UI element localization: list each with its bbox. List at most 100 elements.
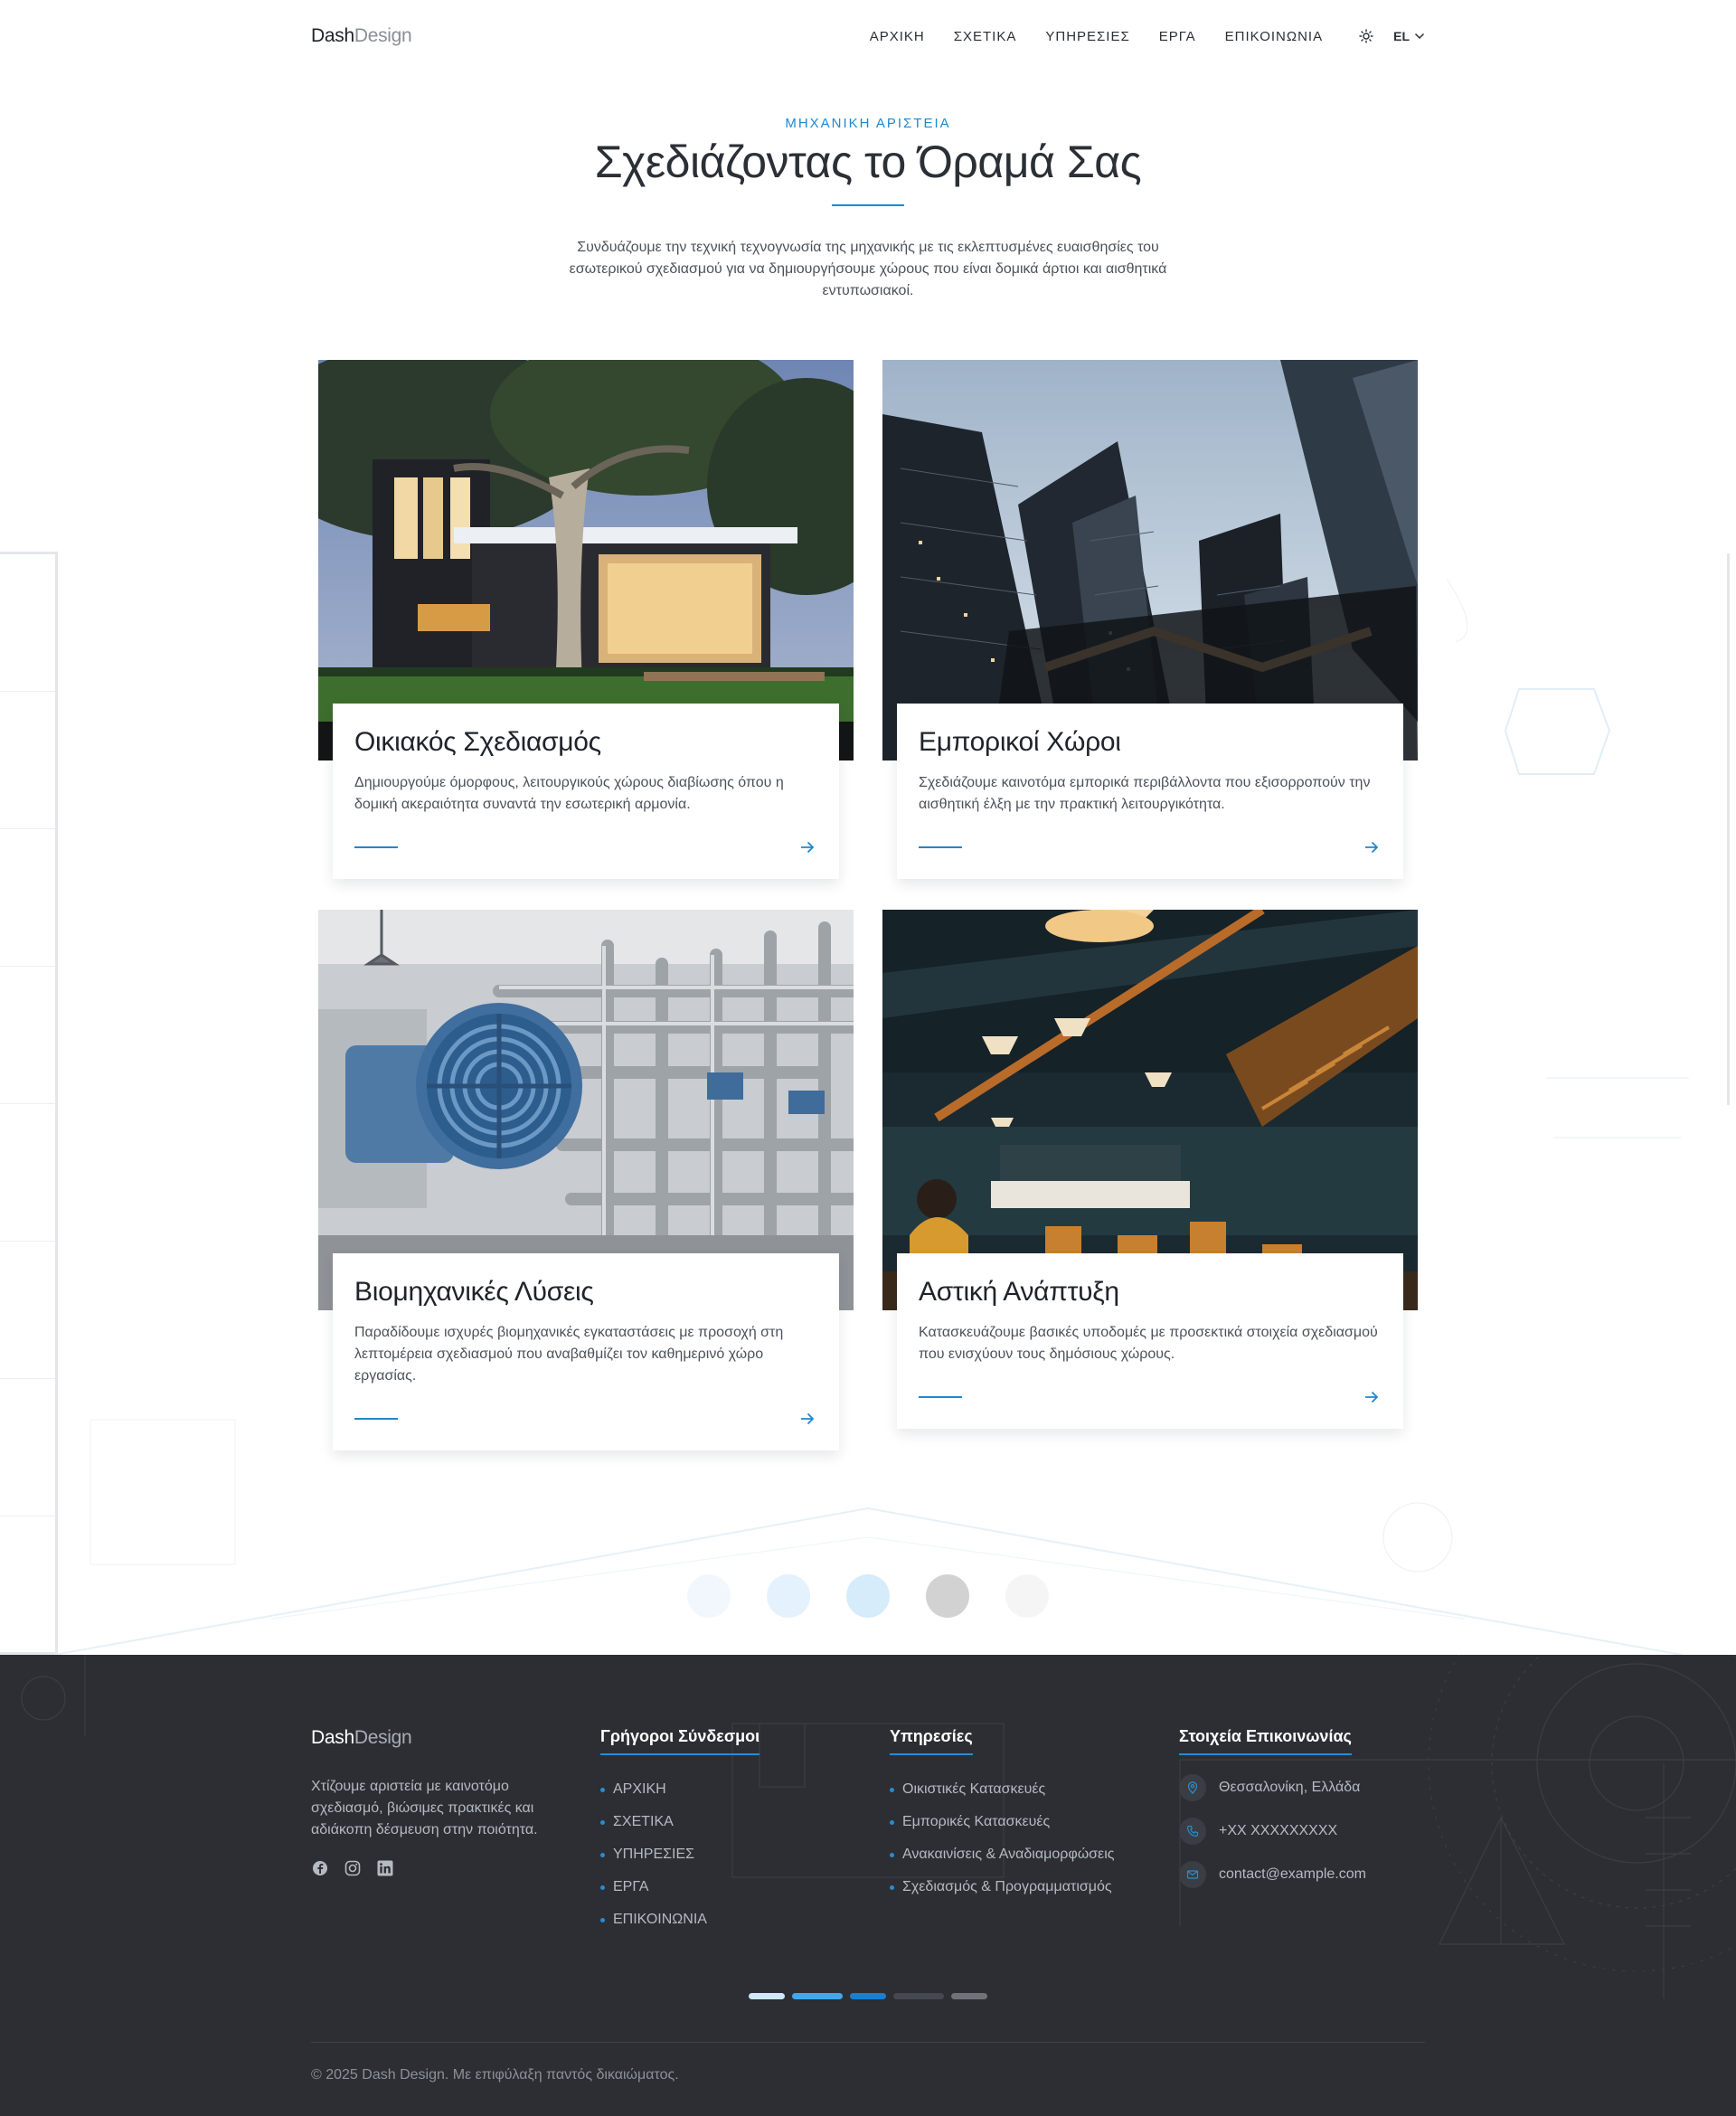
service-card-text: Δημιουργούμε όμορφους, λειτουργικούς χώρ… bbox=[354, 775, 784, 812]
footer-link-about[interactable]: ΣΧΕΤΙΚΑ bbox=[600, 1806, 760, 1838]
learn-more-link[interactable] bbox=[1362, 1387, 1382, 1407]
language-selector[interactable]: EL bbox=[1393, 29, 1425, 43]
decorative-left-frame bbox=[0, 552, 58, 1655]
footer-link-label: ΣΧΕΤΙΚΑ bbox=[613, 1814, 674, 1829]
accent-line bbox=[354, 1418, 398, 1420]
accent-line bbox=[919, 846, 962, 848]
footer-slide-bar-1[interactable] bbox=[749, 1993, 785, 1999]
main-nav: ΑΡΧΙΚΗ ΣΧΕΤΙΚΑ ΥΠΗΡΕΣΙΕΣ ΕΡΓΑ ΕΠΙΚΟΙΝΩΝΙ… bbox=[841, 27, 1425, 45]
instagram-icon[interactable] bbox=[344, 1859, 362, 1877]
phone-icon bbox=[1179, 1818, 1206, 1845]
arrow-right-icon bbox=[801, 841, 815, 854]
footer-service-label: Ανακαινίσεις & Αναδιαμορφώσεις bbox=[902, 1847, 1115, 1862]
footer-link-label: ΥΠΗΡΕΣΙΕΣ bbox=[613, 1847, 695, 1862]
social-links bbox=[311, 1859, 546, 1877]
footer-service-label: Σχεδιασμός & Προγραμματισμός bbox=[902, 1879, 1112, 1894]
logo-bold-text: Dash bbox=[311, 25, 354, 46]
footer-divider bbox=[311, 2042, 1425, 2043]
footer-brand-column: DashDesign Χτίζουμε αριστεία με καινοτόμ… bbox=[311, 1727, 546, 1877]
footer-contact: Στοιχεία Επικοινωνίας Θεσσαλονίκη, Ελλάδ… bbox=[1179, 1727, 1366, 1896]
service-card-title: Αστική Ανάπτυξη bbox=[919, 1277, 1119, 1307]
site-footer: DashDesign Χτίζουμε αριστεία με καινοτόμ… bbox=[0, 1655, 1736, 2116]
nav-about[interactable]: ΣΧΕΤΙΚΑ bbox=[954, 29, 1017, 44]
footer-link-label: ΕΡΓΑ bbox=[613, 1879, 649, 1894]
carousel-dot-2[interactable] bbox=[767, 1574, 810, 1618]
carousel-dot-5[interactable] bbox=[1005, 1574, 1049, 1618]
nav-projects[interactable]: ΕΡΓΑ bbox=[1159, 29, 1196, 44]
phone-text: +XX XXXXXXXXX bbox=[1219, 1823, 1338, 1838]
carousel-dot-3[interactable] bbox=[846, 1574, 890, 1618]
service-card-text: Κατασκευάζουμε βασικές υποδομές με προσε… bbox=[919, 1325, 1378, 1362]
footer-service-renovation[interactable]: Ανακαινίσεις & Αναδιαμορφώσεις bbox=[890, 1838, 1114, 1871]
service-card-title: Οικιακός Σχεδιασμός bbox=[354, 727, 601, 757]
map-pin-icon bbox=[1179, 1774, 1206, 1801]
decorative-right-frame bbox=[1727, 553, 1736, 1105]
language-label: EL bbox=[1393, 29, 1410, 43]
carousel-dot-4[interactable] bbox=[926, 1574, 969, 1618]
service-card-body: Αστική Ανάπτυξη Κατασκευάζουμε βασικές υ… bbox=[897, 1253, 1403, 1429]
section-title: Σχεδιάζοντας το Όραμά Σας bbox=[594, 137, 1142, 187]
footer-link-contact[interactable]: ΕΠΙΚΟΙΝΩΝΙΑ bbox=[600, 1903, 760, 1936]
nav-contact[interactable]: ΕΠΙΚΟΙΝΩΝΙΑ bbox=[1225, 29, 1323, 44]
contact-email[interactable]: contact@example.com bbox=[1179, 1853, 1366, 1896]
learn-more-link[interactable] bbox=[797, 1409, 817, 1429]
nav-services[interactable]: ΥΠΗΡΕΣΙΕΣ bbox=[1045, 29, 1129, 44]
arrow-right-icon bbox=[1365, 841, 1379, 854]
footer-slide-bar-2[interactable] bbox=[792, 1993, 843, 1999]
footer-link-projects[interactable]: ΕΡΓΑ bbox=[600, 1871, 760, 1903]
footer-link-home[interactable]: ΑΡΧΙΚΗ bbox=[600, 1773, 760, 1806]
footer-quick-links: Γρήγοροι Σύνδεσμοι ΑΡΧΙΚΗ ΣΧΕΤΙΚΑ ΥΠΗΡΕΣ… bbox=[600, 1727, 760, 1936]
contact-phone[interactable]: +XX XXXXXXXXX bbox=[1179, 1809, 1366, 1853]
accent-line bbox=[919, 1396, 962, 1398]
accent-line bbox=[354, 846, 398, 848]
restaurant-interior-image bbox=[882, 910, 1418, 1310]
footer-slide-bar-4[interactable] bbox=[893, 1993, 944, 1999]
logo-light-text: Design bbox=[354, 1727, 412, 1748]
logo-bold-text: Dash bbox=[311, 1727, 354, 1748]
site-logo[interactable]: DashDesign bbox=[311, 25, 412, 47]
theme-toggle-button[interactable] bbox=[1357, 27, 1375, 45]
email-text: contact@example.com bbox=[1219, 1866, 1366, 1882]
skyscrapers-image bbox=[882, 360, 1418, 760]
mail-icon bbox=[1179, 1861, 1206, 1888]
footer-slide-bar-5[interactable] bbox=[951, 1993, 987, 1999]
chevron-down-icon bbox=[1414, 33, 1425, 40]
service-card-footer bbox=[919, 1365, 1382, 1429]
footer-service-planning[interactable]: Σχεδιασμός & Προγραμματισμός bbox=[890, 1871, 1114, 1903]
footer-service-label: Οικιστικές Κατασκευές bbox=[902, 1781, 1046, 1797]
contact-address: Θεσσαλονίκη, Ελλάδα bbox=[1179, 1766, 1366, 1809]
footer-slide-bar-3[interactable] bbox=[850, 1993, 886, 1999]
facebook-icon[interactable] bbox=[311, 1859, 329, 1877]
title-underline bbox=[832, 204, 904, 206]
footer-services: Υπηρεσίες Οικιστικές Κατασκευές Εμπορικέ… bbox=[890, 1727, 1114, 1903]
learn-more-link[interactable] bbox=[1362, 837, 1382, 857]
arrow-right-icon bbox=[1365, 1391, 1379, 1403]
service-card-footer bbox=[354, 1387, 817, 1450]
site-header: DashDesign ΑΡΧΙΚΗ ΣΧΕΤΙΚΑ ΥΠΗΡΕΣΙΕΣ ΕΡΓΑ… bbox=[311, 0, 1425, 72]
section-eyebrow: ΜΗΧΑΝΙΚΗ ΑΡΙΣΤΕΙΑ bbox=[785, 116, 951, 131]
arrow-right-icon bbox=[801, 1412, 815, 1425]
footer-service-residential[interactable]: Οικιστικές Κατασκευές bbox=[890, 1773, 1114, 1806]
footer-blueprint-graphic bbox=[21, 1655, 1736, 1998]
nav-home[interactable]: ΑΡΧΙΚΗ bbox=[870, 29, 925, 44]
service-card-title: Βιομηχανικές Λύσεις bbox=[354, 1277, 594, 1307]
service-card-body: Εμπορικοί Χώροι Σχεδιάζουμε καινοτόμα εμ… bbox=[897, 704, 1403, 879]
service-card-text: Παραδίδουμε ισχυρές βιομηχανικές εγκατασ… bbox=[354, 1325, 784, 1384]
address-text: Θεσσαλονίκη, Ελλάδα bbox=[1219, 1780, 1361, 1795]
footer-logo[interactable]: DashDesign bbox=[311, 1727, 546, 1749]
service-card-text: Σχεδιάζουμε καινοτόμα εμπορικά περιβάλλο… bbox=[919, 775, 1371, 812]
footer-link-label: ΕΠΙΚΟΙΝΩΝΙΑ bbox=[613, 1912, 707, 1927]
linkedin-icon[interactable] bbox=[376, 1859, 394, 1877]
services-heading: Υπηρεσίες bbox=[890, 1727, 973, 1755]
service-card-footer bbox=[354, 816, 817, 879]
footer-link-services[interactable]: ΥΠΗΡΕΣΙΕΣ bbox=[600, 1838, 760, 1871]
industrial-pipes-image bbox=[318, 910, 854, 1310]
service-card-body: Βιομηχανικές Λύσεις Παραδίδουμε ισχυρές … bbox=[333, 1253, 839, 1450]
footer-service-commercial[interactable]: Εμπορικές Κατασκευές bbox=[890, 1806, 1114, 1838]
service-card-footer bbox=[919, 816, 1382, 879]
footer-service-label: Εμπορικές Κατασκευές bbox=[902, 1814, 1051, 1829]
logo-light-text: Design bbox=[354, 25, 412, 46]
carousel-dot-1[interactable] bbox=[687, 1574, 731, 1618]
service-card-body: Οικιακός Σχεδιασμός Δημιουργούμε όμορφου… bbox=[333, 704, 839, 879]
learn-more-link[interactable] bbox=[797, 837, 817, 857]
